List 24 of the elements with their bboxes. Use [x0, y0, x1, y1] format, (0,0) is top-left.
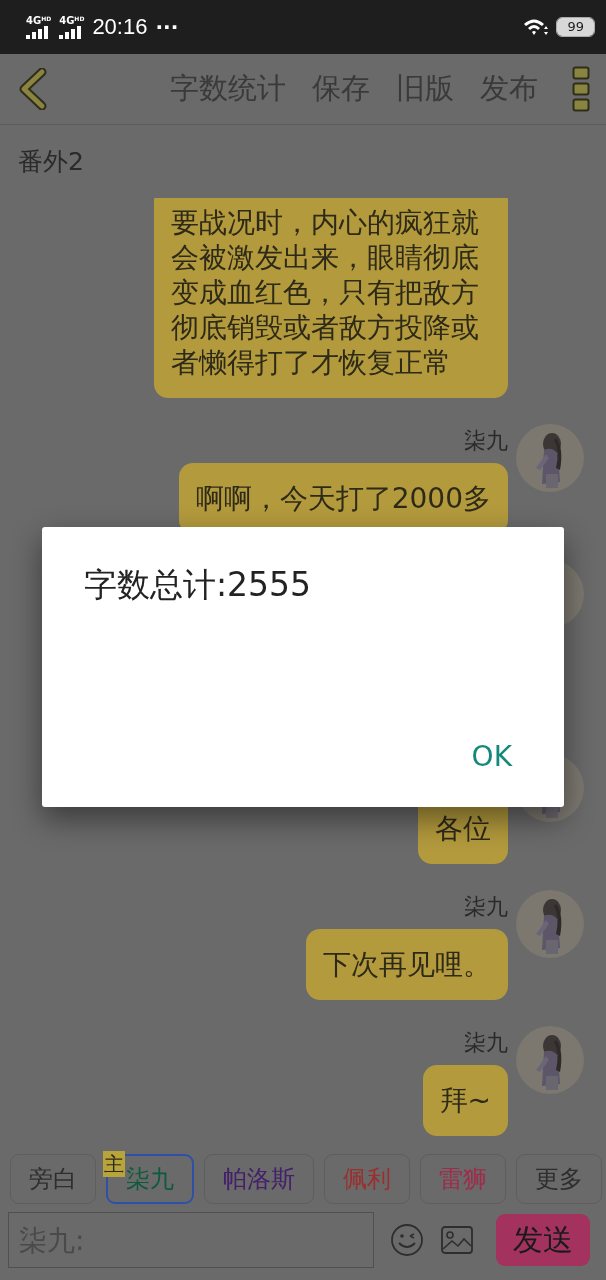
back-icon[interactable]: [18, 68, 48, 110]
speaker-name: 柒九: [464, 1029, 508, 1057]
send-button[interactable]: 发送: [496, 1214, 590, 1266]
role-chip[interactable]: 旁白: [10, 1154, 96, 1204]
role-chip[interactable]: 雷狮: [420, 1154, 506, 1204]
role-chip[interactable]: 佩利: [324, 1154, 410, 1204]
message-bubble: 要战况时，内心的疯狂就会被激发出来，眼睛彻底变成血红色，只有把敌方彻底销毁或者敌方投降或者懒得打了才恢复正常: [154, 198, 508, 398]
main-role-badge: 主: [103, 1151, 125, 1177]
speaker-name: 柒九: [464, 893, 508, 921]
clock-time: 20:16: [92, 14, 148, 40]
role-chip[interactable]: 更多: [516, 1154, 602, 1204]
wifi-icon: [523, 17, 550, 37]
message-bubble: 下次再见哩。: [306, 929, 508, 1000]
menu-icon[interactable]: [572, 66, 590, 112]
speaker-name: 柒九: [464, 427, 508, 455]
role-chip[interactable]: 帕洛斯: [204, 1154, 314, 1204]
dialog-message: 字数总计:2555: [83, 564, 313, 606]
ok-button[interactable]: OK: [463, 736, 520, 777]
emoji-icon[interactable]: [390, 1223, 424, 1257]
battery-icon: 99: [557, 18, 594, 36]
message-bubble: 拜~: [422, 1065, 508, 1136]
image-icon[interactable]: [440, 1225, 474, 1255]
chapter-title: 番外2: [18, 146, 84, 178]
notification-dots: ···: [155, 15, 179, 39]
